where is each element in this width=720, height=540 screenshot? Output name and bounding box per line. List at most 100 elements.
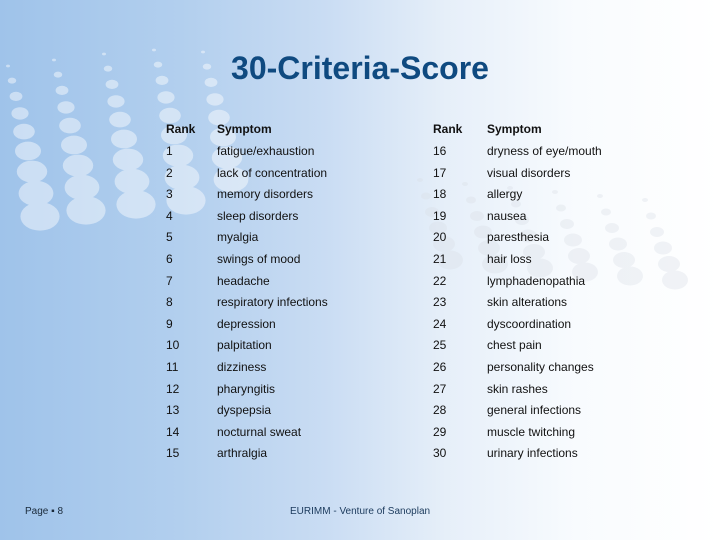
rank-cell: 18 <box>433 187 447 202</box>
symptom-cell: visual disorders <box>487 165 571 180</box>
rank-cell: 6 <box>166 251 173 266</box>
symptom-cell: fatigue/exhaustion <box>217 144 315 158</box>
rank-cell: 8 <box>166 295 173 310</box>
rank-cell: 16 <box>433 144 447 158</box>
decorative-dot <box>417 178 423 182</box>
decorative-dot <box>11 107 29 120</box>
rank-cell: 20 <box>433 230 447 245</box>
symptom-cell: lymphadenopathia <box>487 273 586 288</box>
rank-cell: 1 <box>166 144 173 158</box>
symptom-cell: palpitation <box>217 338 272 353</box>
decorative-dot <box>642 198 648 202</box>
symptom-cell: lack of concentration <box>217 165 328 180</box>
rank-cell: 3 <box>166 187 173 202</box>
decorative-dot <box>470 211 484 221</box>
symptom-cell: nocturnal sweat <box>217 424 302 439</box>
decorative-dot <box>20 202 60 231</box>
decorative-dot <box>556 204 566 212</box>
symptom-cell: respiratory infections <box>217 295 328 310</box>
decorative-dot <box>18 180 54 206</box>
rank-header: Rank <box>433 122 463 136</box>
decorative-dot <box>560 219 574 229</box>
rank-cell: 9 <box>166 316 173 331</box>
footer-organization: EURIMM - Venture of Sanoplan <box>290 506 431 517</box>
rank-header: Rank <box>166 122 196 136</box>
rank-cell: 14 <box>166 424 180 439</box>
rank-cell: 5 <box>166 230 173 245</box>
decorative-dot <box>107 95 125 108</box>
rank-cell: 26 <box>433 359 447 374</box>
rank-cell: 28 <box>433 403 447 418</box>
decorative-dot <box>421 192 431 200</box>
symptom-cell: personality changes <box>487 359 594 374</box>
decorative-dot <box>61 135 87 155</box>
symptom-cell: muscle twitching <box>487 424 576 439</box>
rank-cell: 24 <box>433 316 447 331</box>
decorative-dot <box>601 208 611 216</box>
decorative-dot <box>66 196 106 225</box>
symptom-cell: memory disorders <box>217 187 314 202</box>
page-number: Page ▪ 8 <box>25 506 64 517</box>
rank-cell: 10 <box>166 338 180 353</box>
symptom-cell: allergy <box>487 187 523 202</box>
decorative-dot <box>564 233 582 247</box>
rank-cell: 17 <box>433 165 447 180</box>
symptom-cell: sleep disorders <box>217 208 299 223</box>
rank-cell: 7 <box>166 273 173 288</box>
symptom-cell: chest pain <box>487 338 542 353</box>
symptom-cell: dyspepsia <box>217 403 272 418</box>
decorative-dot <box>617 266 643 286</box>
rank-cell: 23 <box>433 295 447 310</box>
symptom-cell: swings of mood <box>217 251 301 266</box>
decorative-dot <box>116 190 156 219</box>
decorative-dot <box>609 237 627 251</box>
rank-cell: 21 <box>433 251 447 266</box>
symptom-cell: general infections <box>487 403 582 418</box>
rank-cell: 19 <box>433 208 447 223</box>
symptom-header: Symptom <box>487 122 542 136</box>
decorative-dot <box>646 212 656 220</box>
rank-cell: 30 <box>433 446 447 461</box>
decorative-dot <box>15 141 41 161</box>
decorative-dot <box>568 248 590 264</box>
rank-cell: 4 <box>166 208 173 223</box>
rank-cell: 27 <box>433 381 447 396</box>
decorative-dot <box>613 252 635 268</box>
symptom-cell: skin alterations <box>487 295 568 310</box>
decorative-dot <box>57 101 75 114</box>
symptom-cell: dizziness <box>217 359 267 374</box>
rank-cell: 15 <box>166 446 180 461</box>
decorative-dot <box>597 194 603 198</box>
symptom-cell: depression <box>217 316 276 331</box>
decorative-dot <box>662 270 688 290</box>
symptom-cell: skin rashes <box>487 381 548 396</box>
decorative-dot <box>462 182 468 186</box>
decorative-dot <box>650 227 664 237</box>
symptom-cell: pharyngitis <box>217 381 276 396</box>
rank-cell: 25 <box>433 338 447 353</box>
symptom-cell: headache <box>217 273 270 288</box>
symptom-cell: dryness of eye/mouth <box>487 144 602 158</box>
decorative-dot <box>64 174 100 200</box>
decorative-dot <box>157 91 175 104</box>
decorative-dot <box>112 148 144 171</box>
symptom-cell: nausea <box>487 208 527 223</box>
decorative-dot <box>654 241 672 255</box>
rank-cell: 29 <box>433 424 447 439</box>
decorative-dot <box>55 85 69 95</box>
decorative-dot <box>13 123 35 140</box>
symptom-header: Symptom <box>217 122 272 136</box>
decorative-dot <box>552 190 558 194</box>
symptom-cell: dyscoordination <box>487 316 572 331</box>
slide-title: 30-Criteria-Score <box>231 50 489 86</box>
symptom-cell: myalgia <box>217 230 259 245</box>
decorative-dot <box>511 200 521 208</box>
decorative-dot <box>16 160 48 183</box>
decorative-dot <box>206 93 224 106</box>
decorative-dot <box>658 256 680 272</box>
decorative-dot <box>59 117 81 134</box>
symptom-cell: hair loss <box>487 251 532 266</box>
decorative-dot <box>111 129 137 149</box>
decorative-dot <box>9 91 23 101</box>
decorative-dot <box>114 168 150 194</box>
